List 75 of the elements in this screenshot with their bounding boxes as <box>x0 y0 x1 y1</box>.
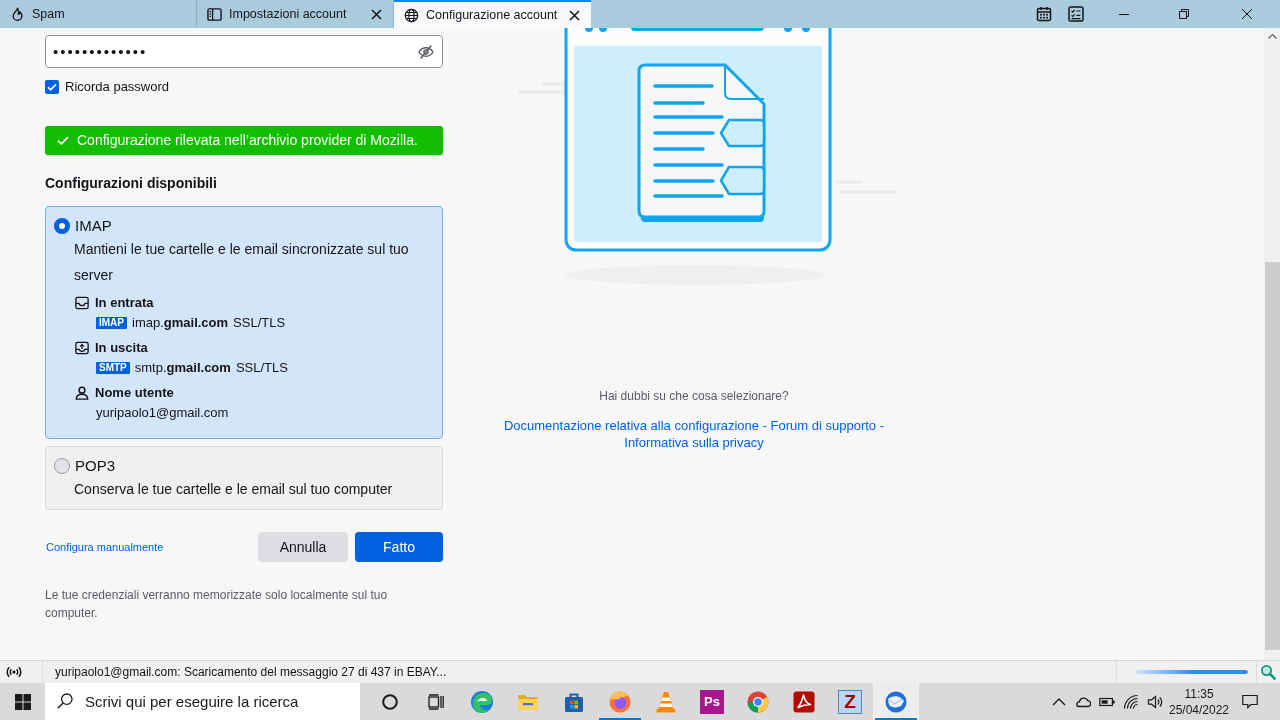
help-question: Hai dubbi su che cosa selezionare? <box>599 388 789 404</box>
security-type: SSL/TLS <box>233 314 286 333</box>
option-card[interactable]: IMAP Mantieni le tue cartelle e le email sincronizzate sul tuo server In entrata IMAP imap.gmail.com SSL/TLS In uscita SMTP smtp.gmail.com SSL/TLS Nome utente yuripaolo1@gmail.com <box>45 206 443 439</box>
detail-title: In uscita <box>95 339 148 358</box>
globe-envelope-icon <box>884 689 908 714</box>
panel-icon <box>207 6 222 22</box>
minimize-icon[interactable] <box>1119 13 1129 15</box>
restore-icon[interactable] <box>1179 9 1189 19</box>
eye-slash-icon[interactable] <box>418 44 434 60</box>
scrollbar-thumb[interactable] <box>1264 262 1280 650</box>
circle-icon[interactable] <box>382 693 398 710</box>
flame-globe-icon <box>608 689 632 714</box>
username-value: yuripaolo1@gmail.com <box>96 404 229 423</box>
scroll-up-icon[interactable] <box>1267 34 1277 39</box>
notification-icon[interactable] <box>1242 694 1258 709</box>
upload-tray-icon <box>75 341 89 355</box>
document-swirl-icon <box>792 689 816 714</box>
tab[interactable]: Configurazione account <box>394 0 591 28</box>
security-type: SSL/TLS <box>235 359 288 378</box>
speaker-icon[interactable] <box>1147 693 1163 710</box>
help-link[interactable]: Documentazione relativa alla configurazione <box>503 418 759 433</box>
server-host: imap.gmail.com <box>132 314 229 333</box>
check-icon <box>57 136 69 145</box>
taskbar-button[interactable] <box>873 683 919 720</box>
inbox-icon <box>75 296 89 310</box>
option-description: Conserva le tue cartelle e le email sul tuo computer <box>74 480 394 499</box>
wifi-icon[interactable] <box>1123 693 1139 710</box>
radio-button[interactable] <box>54 218 70 234</box>
done-button[interactable]: Fatto <box>355 532 443 562</box>
letter-logo: Z <box>838 689 862 714</box>
configure-manually-link[interactable]: Configura manualmente <box>46 538 164 556</box>
protocol-tag: SMTP <box>96 362 130 374</box>
start-icon[interactable] <box>14 693 31 710</box>
server-host: smtp.gmail.com <box>134 359 231 378</box>
task-view-icon[interactable] <box>428 693 444 710</box>
clock[interactable]: 11:35 25/04/2022 <box>1168 683 1230 720</box>
radio-button[interactable] <box>54 458 70 474</box>
letter-logo: Ps <box>700 689 724 714</box>
status-message: yuripaolo1@gmail.com: Scaricamento del messaggio 27 di 437 in EBAY... <box>55 664 447 681</box>
search-icon <box>57 693 73 709</box>
broadcast-icon[interactable] <box>6 665 22 679</box>
checklist-icon[interactable] <box>1068 6 1084 22</box>
section-heading: Configurazioni disponibili <box>45 174 218 192</box>
option-description: Mantieni le tue cartelle e le email sincronizzate sul tuo server <box>74 240 410 285</box>
taskbar-button[interactable]: Z <box>827 683 873 720</box>
protocol-tag: IMAP <box>96 317 127 329</box>
user-icon <box>75 386 89 400</box>
close-icon[interactable] <box>1242 9 1252 19</box>
checkbox-label: Ricorda password <box>65 78 170 97</box>
close-icon[interactable] <box>569 9 580 21</box>
link-separator: - <box>879 418 885 433</box>
flame-icon <box>10 6 25 22</box>
globe-icon <box>404 7 419 23</box>
option-label: IMAP <box>75 215 112 236</box>
link-separator: - <box>762 418 767 433</box>
tab[interactable]: Spam <box>0 0 197 28</box>
detail-title: In entrata <box>95 294 154 313</box>
swirl-logo-icon <box>470 689 494 714</box>
cancel-button[interactable]: Annulla <box>258 532 348 562</box>
help-link[interactable]: Forum di supporto <box>770 418 877 433</box>
search-field[interactable]: Scrivi qui per eseguire la ricerca <box>45 683 360 720</box>
help-link[interactable]: Informativa sulla privacy <box>624 435 764 450</box>
calendar-icon[interactable] <box>1036 6 1052 22</box>
privacy-note: Le tue credenziali verranno memorizzate solo localmente sul tuo computer. <box>45 587 389 622</box>
close-icon[interactable] <box>371 8 382 20</box>
ring-logo-icon <box>746 689 770 714</box>
taskbar-button[interactable]: Ps <box>689 683 735 720</box>
banner-text: Configurazione rilevata nell’archivio provider di Mozilla. <box>77 131 418 150</box>
checkbox[interactable] <box>45 80 59 94</box>
magnifier-icon[interactable] <box>1260 664 1276 680</box>
detail-title: Nome utente <box>95 384 174 403</box>
traffic-cone-icon <box>654 689 678 714</box>
option-label: POP3 <box>75 455 116 476</box>
password-field[interactable]: ••••••••••••• <box>45 35 443 68</box>
option-card[interactable]: POP3 Conserva le tue cartelle e le email sul tuo computer <box>45 446 443 510</box>
